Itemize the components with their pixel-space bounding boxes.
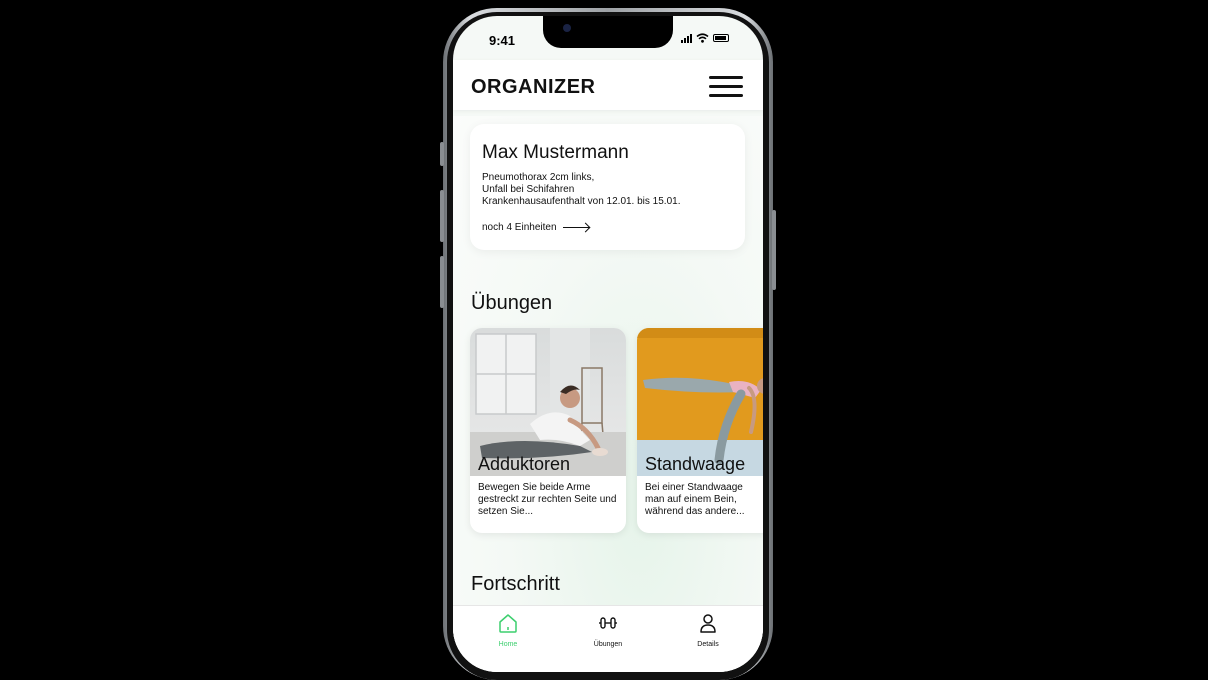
notch [543, 16, 673, 48]
arrow-right-icon [562, 227, 589, 228]
patient-card[interactable]: Max Mustermann Pneumothorax 2cm links, U… [470, 124, 745, 250]
hamburger-menu-icon[interactable] [709, 76, 743, 98]
power-button [772, 210, 776, 290]
tab-bar: Home Übungen Details [453, 605, 763, 672]
exercise-title: Standwaage [645, 454, 746, 474]
volume-up-button [440, 190, 444, 242]
status-icons [681, 33, 729, 43]
exercise-title: Adduktoren [478, 454, 571, 474]
app-header: ORGANIZER [453, 60, 763, 110]
wifi-icon [696, 33, 709, 43]
patient-name: Max Mustermann [482, 142, 629, 163]
home-icon [499, 614, 517, 633]
tab-home[interactable]: Home [473, 612, 543, 648]
person-icon [700, 614, 716, 633]
remaining-units-label: noch 4 Einheiten [482, 222, 557, 233]
section-title-exercises: Übungen [471, 292, 553, 314]
exercise-description: Bewegen Sie beide Arme gestreckt zur rec… [478, 482, 617, 517]
phone-screen: 9:41 ORGANIZER Max Mustermann Pneumothor… [453, 16, 763, 672]
app-title: ORGANIZER [471, 76, 596, 98]
signal-icon [681, 33, 692, 43]
tab-label-details: Details [697, 641, 719, 648]
exercise-description: Bei einer Standwaage man auf einem Bein,… [645, 482, 745, 517]
section-title-progress: Fortschritt [471, 573, 560, 595]
patient-cause: Unfall bei Schifahren [482, 184, 575, 195]
mute-switch [440, 142, 444, 166]
camera-icon [563, 24, 571, 32]
remaining-units-link[interactable]: noch 4 Einheiten [482, 222, 589, 233]
dumbbell-icon [599, 617, 617, 629]
exercise-card-standwaage[interactable]: Standwaage Bei einer Standwaage man auf … [637, 328, 763, 533]
tab-details[interactable]: Details [673, 612, 743, 648]
tab-label-exercises: Übungen [593, 641, 623, 648]
battery-icon [713, 34, 729, 42]
exercise-card-adduktoren[interactable]: Adduktoren Bewegen Sie beide Arme gestre… [470, 328, 626, 533]
volume-down-button [440, 256, 444, 308]
patient-diagnosis: Pneumothorax 2cm links, [482, 172, 595, 183]
tab-exercises[interactable]: Übungen [573, 612, 643, 648]
status-time: 9:41 [489, 33, 516, 48]
tab-label-home: Home [498, 641, 518, 648]
patient-hospital-stay: Krankenhausaufenthalt von 12.01. bis 15.… [482, 196, 681, 207]
